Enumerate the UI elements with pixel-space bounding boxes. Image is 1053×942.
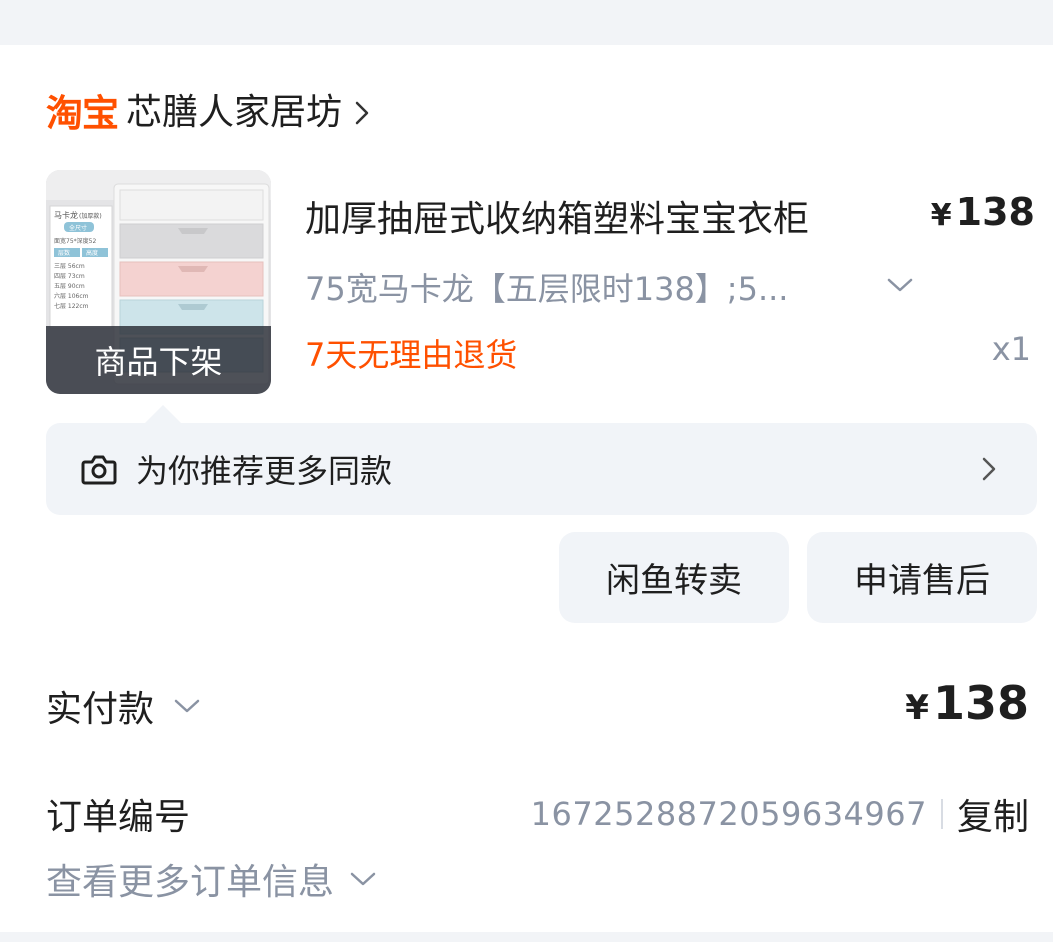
product-spec-selector[interactable]: 75宽马卡龙【五层限时138】;5...	[305, 264, 788, 310]
recommendation-pointer	[145, 405, 181, 423]
after-sale-button[interactable]: 申请售后	[807, 532, 1037, 623]
chevron-right-icon	[979, 454, 999, 484]
similar-recommendation-bar[interactable]: 为你推荐更多同款	[46, 423, 1037, 515]
more-order-info-label: 查看更多订单信息	[46, 862, 335, 903]
thumb-row: 七层 122cm	[54, 302, 89, 310]
shop-name[interactable]: 芯膳人家居坊	[126, 95, 342, 131]
return-policy-tag: 7天无理由退货	[305, 336, 518, 374]
product-thumbnail[interactable]: 马卡龙 (加厚款) 全尺寸 面宽75*深度52 层数 高度 三层 56cm 四层…	[46, 170, 271, 394]
thumb-brand: 马卡龙	[54, 210, 78, 220]
order-number: 1672528872059634967	[530, 795, 927, 833]
thumb-brand-sub: (加厚款)	[79, 212, 102, 220]
product-title[interactable]: 加厚抽屉式收纳箱塑料宝宝衣柜	[305, 190, 809, 242]
chevron-down-icon	[172, 691, 202, 721]
paid-amount: ¥138	[905, 676, 1029, 730]
camera-icon	[80, 450, 118, 488]
thumb-row: 六层 106cm	[54, 292, 89, 300]
product-spec: 75宽马卡龙【五层限时138】;5...	[305, 270, 789, 308]
thumb-tag: 全尺寸	[69, 224, 87, 232]
divider	[940, 799, 943, 829]
chevron-down-icon	[348, 864, 378, 894]
delisted-badge: 商品下架	[46, 326, 271, 394]
order-number-label: 订单编号	[46, 797, 191, 838]
paid-label: 实付款	[46, 689, 155, 730]
order-number-group: 1672528872059634967 复制	[531, 788, 1029, 840]
paid-amount-value: 138	[932, 676, 1029, 730]
currency-symbol: ¥	[905, 688, 929, 728]
recommendation-text: 为你推荐更多同款	[136, 452, 393, 490]
resell-button[interactable]: 闲鱼转卖	[559, 532, 789, 623]
chevron-down-icon[interactable]	[885, 270, 915, 300]
thumb-size-note: 面宽75*深度52	[54, 237, 96, 245]
more-order-info-toggle[interactable]: 查看更多订单信息	[46, 853, 378, 905]
chevron-right-icon[interactable]	[352, 98, 372, 128]
thumb-row: 四层 73cm	[54, 273, 85, 280]
price-value: 138	[955, 190, 1035, 234]
thumb-header-right: 高度	[86, 249, 98, 257]
thumb-header-left: 层数	[58, 249, 70, 257]
thumb-row: 五层 90cm	[54, 283, 85, 290]
thumb-row: 三层 56cm	[54, 263, 85, 270]
shop-header[interactable]: 淘宝 芯膳人家居坊	[46, 90, 372, 136]
product-price: ¥138	[931, 190, 1035, 234]
currency-symbol: ¥	[930, 198, 952, 233]
product-quantity: x1	[991, 330, 1031, 368]
taobao-logo: 淘宝	[46, 91, 119, 135]
paid-amount-toggle[interactable]: 实付款	[46, 680, 202, 732]
copy-button[interactable]: 复制	[957, 788, 1029, 840]
